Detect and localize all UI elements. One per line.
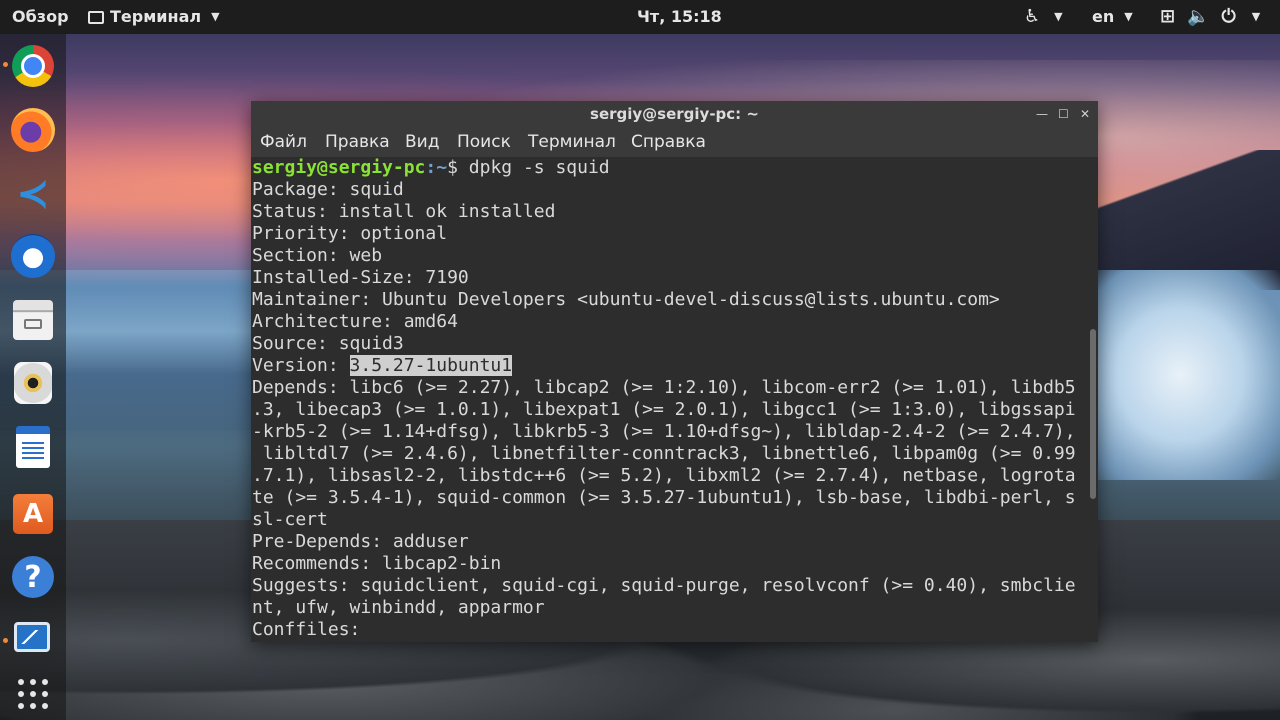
software-store-icon[interactable]: A [13,494,53,534]
vscode-icon[interactable]: ≺ [9,170,57,218]
caret-down-icon: ▼ [1251,10,1261,23]
top-bar: Обзор Терминал ▼ Чт, 15:18 ♿ ▼ en ▼ ⊞ 🔈 … [0,0,1280,34]
minimize-icon[interactable]: — [1036,101,1048,127]
menu-edit[interactable]: Правка [325,127,390,157]
output-line: Section: web [252,245,383,266]
output-line: Conffiles: [252,619,361,640]
writer-icon[interactable] [16,426,50,468]
output-line: -krb5-2 (>= 1.14+dfsg), libkrb5-3 (>= 1.… [252,421,1076,442]
terminal-output[interactable]: sergiy@sergiy-pc:~$ dpkg -s squid Packag… [252,157,1087,642]
clock-button[interactable]: Чт, 15:18 [637,0,722,34]
chrome-icon[interactable] [12,45,54,87]
power-icon: ⏻ [1221,6,1236,27]
dock: ≺ A ? [0,34,66,720]
output-line: Pre-Depends: adduser [252,531,469,552]
menu-search[interactable]: Поиск [457,127,511,157]
maximize-icon[interactable]: ☐ [1058,101,1069,127]
prompt-symbol: $ [447,157,469,178]
output-line: sl-cert [252,509,328,530]
rhythmbox-icon[interactable] [14,362,52,404]
output-line: .7.1), libsasl2-2, libstdc++6 (>= 5.2), … [252,465,1076,486]
system-monitor-icon[interactable] [14,622,50,652]
language-label: en [1092,7,1115,26]
output-line: nt, ufw, winbindd, apparmor [252,597,545,618]
prompt-line: sergiy@sergiy-pc:~$ dpkg -s squid [252,157,1087,179]
output-line: Maintainer: Ubuntu Developers <ubuntu-de… [252,289,1000,310]
accessibility-icon: ♿ [1024,6,1041,27]
output-line: libltdl7 (>= 2.4.6), libnetfilter-conntr… [252,443,1076,464]
menu-terminal[interactable]: Терминал [528,127,616,157]
command-text: dpkg -s squid [468,157,610,178]
network-icon: ⊞ [1160,6,1176,27]
output-line: Priority: optional [252,223,448,244]
prompt-path: :~ [425,157,448,178]
running-indicator [3,638,8,643]
output-line: Source: squid3 [252,333,404,354]
menu-help[interactable]: Справка [631,127,706,157]
output-block-top: Package: squid Status: install ok install… [252,179,1087,355]
terminal-window: sergiy@sergiy-pc: ~ — ☐ ✕ Файл Правка Ви… [251,101,1098,642]
title-bar[interactable]: sergiy@sergiy-pc: ~ — ☐ ✕ [251,101,1098,127]
output-line: te (>= 3.5.4-1), squid-common (>= 3.5.27… [252,487,1076,508]
menu-file[interactable]: Файл [260,127,307,157]
activities-button[interactable]: Обзор [12,0,69,34]
output-line: Status: install ok installed [252,201,556,222]
version-line: Version: 3.5.27-1ubuntu1 [252,355,1087,377]
files-icon[interactable] [13,300,53,340]
app-menu-button[interactable]: Терминал ▼ [88,0,220,34]
output-line: Installed-Size: 7190 [252,267,469,288]
thunderbird-icon[interactable] [11,234,55,278]
close-icon[interactable]: ✕ [1080,101,1090,127]
wallpaper-ice [1080,270,1280,480]
caret-down-icon: ▼ [211,10,220,23]
caret-down-icon: ▼ [1124,10,1133,23]
window-title: sergiy@sergiy-pc: ~ [590,105,759,123]
accessibility-menu[interactable]: ♿ ▼ [1024,0,1063,34]
menu-bar: Файл Правка Вид Поиск Терминал Справка [251,127,1098,157]
version-selection: 3.5.27-1ubuntu1 [349,355,513,376]
prompt-user: sergiy@sergiy-pc [252,157,426,178]
output-line: Package: squid [252,179,404,200]
output-line: Depends: libc6 (>= 2.27), libcap2 (>= 1:… [252,377,1076,398]
firefox-icon[interactable] [11,108,55,152]
output-line: Architecture: amd64 [252,311,458,332]
output-line: Recommends: libcap2-bin [252,553,502,574]
output-line: Suggests: squidclient, squid-cgi, squid-… [252,575,1076,596]
scrollbar[interactable] [1090,329,1096,499]
help-icon[interactable]: ? [12,556,54,598]
version-label: Version: [252,355,350,376]
terminal-app-icon [88,10,104,24]
menu-view[interactable]: Вид [405,127,439,157]
language-menu[interactable]: en ▼ [1092,0,1133,34]
system-menu[interactable]: ⊞ 🔈 ⏻ ▼ [1160,0,1260,34]
running-indicator [3,62,8,67]
show-apps-icon[interactable] [9,670,57,718]
output-line: .3, libecap3 (>= 1.0.1), libexpat1 (>= 2… [252,399,1076,420]
volume-icon: 🔈 [1187,6,1210,27]
output-block-bottom: Depends: libc6 (>= 2.27), libcap2 (>= 1:… [252,377,1087,641]
app-menu-label: Терминал [110,7,202,26]
caret-down-icon: ▼ [1054,10,1063,23]
